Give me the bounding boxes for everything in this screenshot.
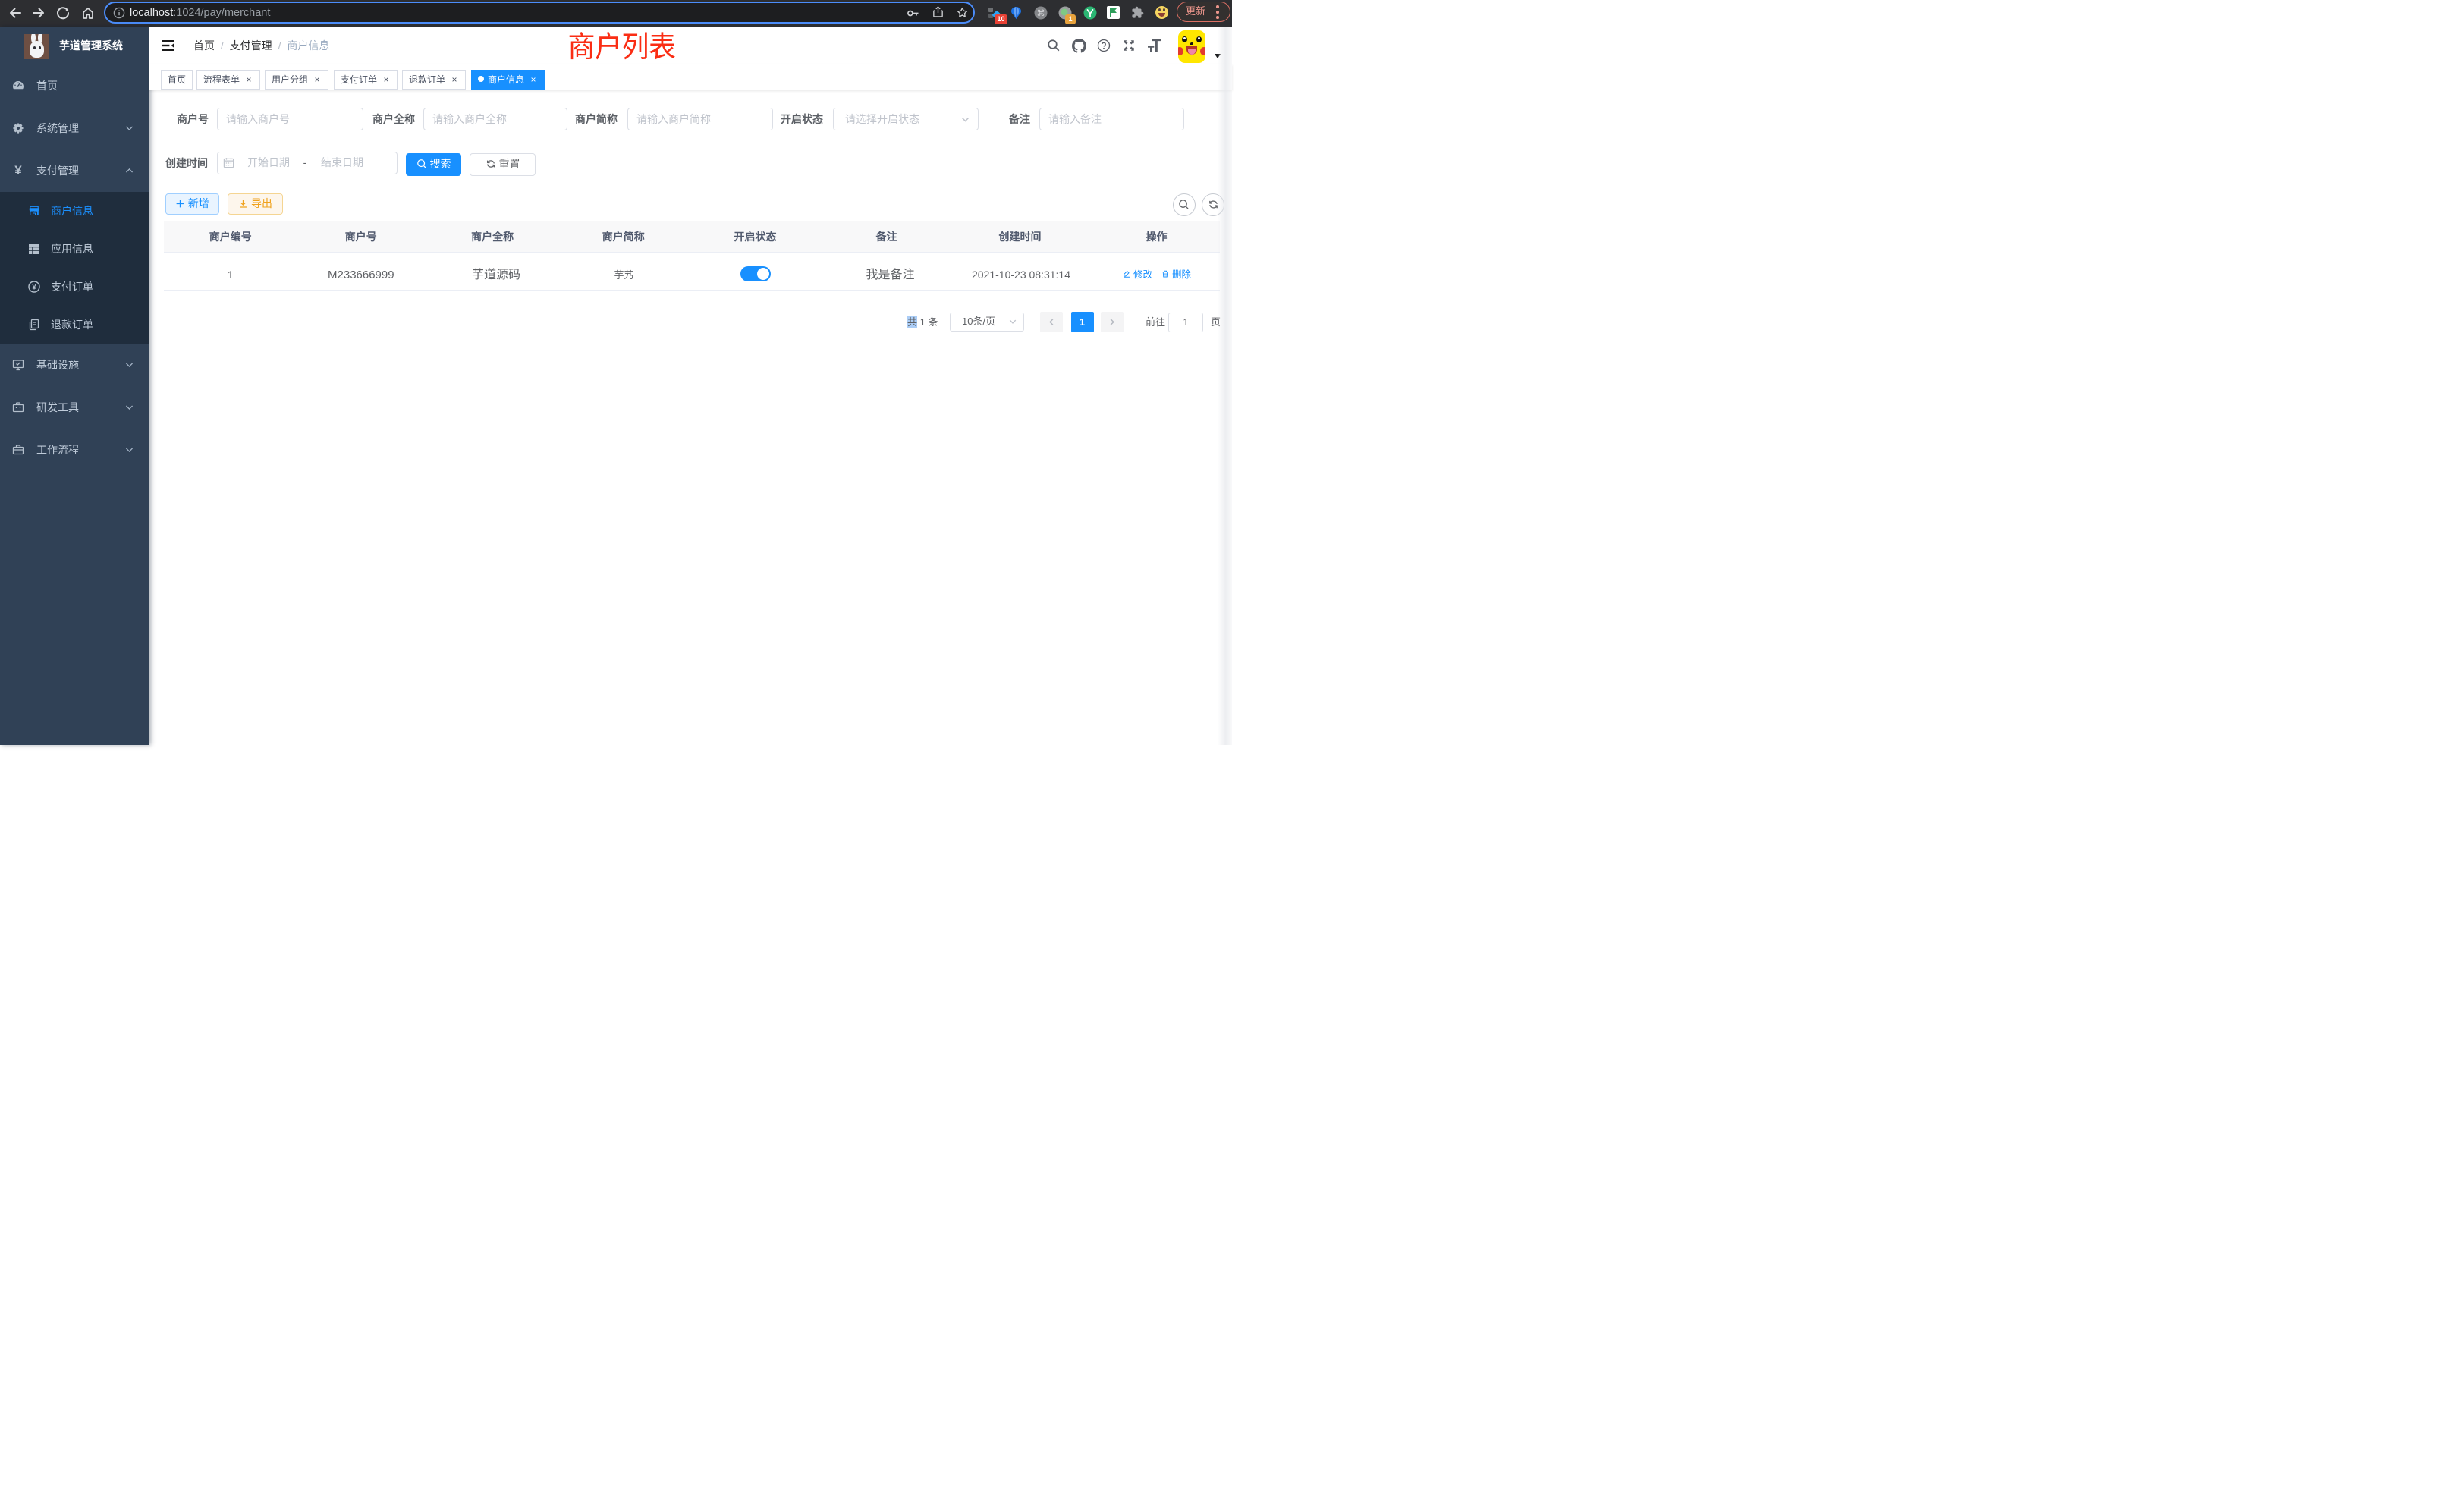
svg-text:⌘: ⌘ — [1037, 9, 1045, 18]
svg-text:¥: ¥ — [32, 283, 36, 291]
